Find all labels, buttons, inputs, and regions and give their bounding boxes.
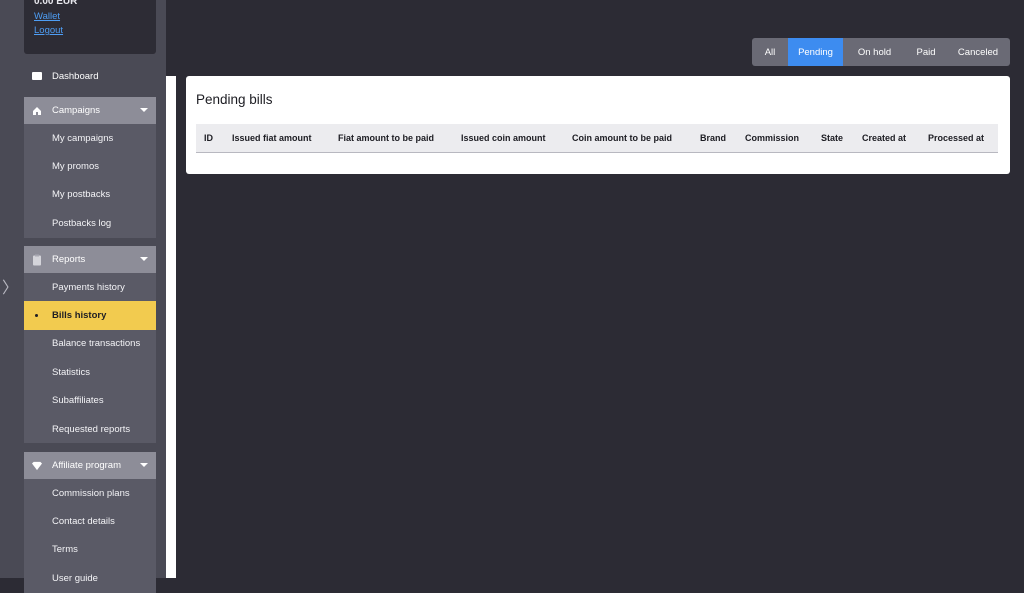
sidebar-item-label: Dashboard — [52, 70, 99, 82]
dashboard-icon — [32, 72, 42, 80]
column-header-created-at: Created at — [862, 133, 907, 143]
sidebar-item-requested-reports[interactable]: Requested reports — [24, 415, 156, 443]
bill-status-filter: All Pending On hold Paid Canceled — [752, 38, 1010, 66]
sidebar-item-dashboard[interactable]: Dashboard — [24, 64, 156, 88]
sidebar-item-payments-history[interactable]: Payments history — [24, 273, 156, 301]
filter-canceled[interactable]: Canceled — [946, 38, 1010, 66]
clipboard-icon — [32, 254, 42, 265]
logout-link[interactable]: Logout — [34, 24, 146, 38]
sidebar-group-affiliate-program[interactable]: Affiliate program — [24, 452, 156, 479]
sidebar-item-bills-history[interactable]: Bills history — [24, 301, 156, 330]
sidebar-item-subaffiliates[interactable]: Subaffiliates — [24, 387, 156, 415]
sidebar-item-my-promos[interactable]: My promos — [24, 152, 156, 180]
sidebar-divider — [166, 76, 176, 578]
diamond-icon — [32, 461, 42, 471]
sidebar-group-reports[interactable]: Reports — [24, 246, 156, 273]
column-header-commission: Commission — [745, 133, 800, 143]
sidebar-group-label: Campaigns — [52, 105, 101, 116]
account-box: 0.00 EUR Wallet Logout — [24, 0, 156, 54]
sidebar-item-statistics[interactable]: Statistics — [24, 358, 156, 386]
chevron-down-icon — [140, 257, 148, 261]
sidebar-item-balance-transactions[interactable]: Balance transactions — [24, 330, 156, 358]
panel-title: Pending bills — [196, 92, 273, 107]
wallet-link[interactable]: Wallet — [34, 10, 146, 24]
column-header-issued-fiat-amount: Issued fiat amount — [232, 133, 312, 143]
sidebar-item-user-guide[interactable]: User guide — [24, 564, 156, 592]
column-header-id: ID — [204, 133, 213, 143]
account-balance: 0.00 EUR — [34, 0, 78, 7]
sidebar-item-terms[interactable]: Terms — [24, 536, 156, 564]
column-header-state: State — [821, 133, 844, 143]
sidebar-item-postbacks-log[interactable]: Postbacks log — [24, 209, 156, 237]
sidebar-group-label: Reports — [52, 254, 86, 265]
column-header-issued-coin-amount: Issued coin amount — [461, 133, 546, 143]
filter-all[interactable]: All — [752, 38, 788, 66]
sidebar-group-label: Affiliate program — [52, 460, 121, 471]
reports-group: Reports Payments history Bills history B… — [24, 246, 156, 444]
column-header-brand: Brand — [700, 133, 727, 143]
chevron-down-icon — [140, 463, 148, 467]
sidebar-item-my-postbacks[interactable]: My postbacks — [24, 181, 156, 209]
home-icon — [32, 106, 42, 116]
column-header-fiat-amount-to-be-paid: Fiat amount to be paid — [338, 133, 434, 143]
sidebar-item-commission-plans[interactable]: Commission plans — [24, 479, 156, 507]
chevron-down-icon — [140, 108, 148, 112]
sidebar-item-contact-details[interactable]: Contact details — [24, 507, 156, 535]
sidebar-toggle-icon[interactable]: 〉 — [2, 278, 18, 300]
filter-paid[interactable]: Paid — [906, 38, 946, 66]
table-header: ID Issued fiat amount Fiat amount to be … — [196, 124, 998, 153]
affiliate-program-group: Affiliate program Commission plans Conta… — [24, 452, 156, 593]
column-header-processed-at: Processed at — [928, 133, 985, 143]
pending-bills-panel: Pending bills ID Issued fiat amount Fiat… — [186, 76, 1010, 174]
filter-on-hold[interactable]: On hold — [843, 38, 906, 66]
sidebar: 0.00 EUR Wallet Logout Dashboard Campaig… — [0, 0, 166, 593]
filter-pending[interactable]: Pending — [788, 38, 843, 66]
sidebar-group-campaigns[interactable]: Campaigns — [24, 97, 156, 124]
column-header-coin-amount-to-be-paid: Coin amount to be paid — [572, 133, 672, 143]
campaigns-group: Campaigns My campaigns My promos My post… — [24, 97, 156, 238]
sidebar-item-my-campaigns[interactable]: My campaigns — [24, 124, 156, 152]
